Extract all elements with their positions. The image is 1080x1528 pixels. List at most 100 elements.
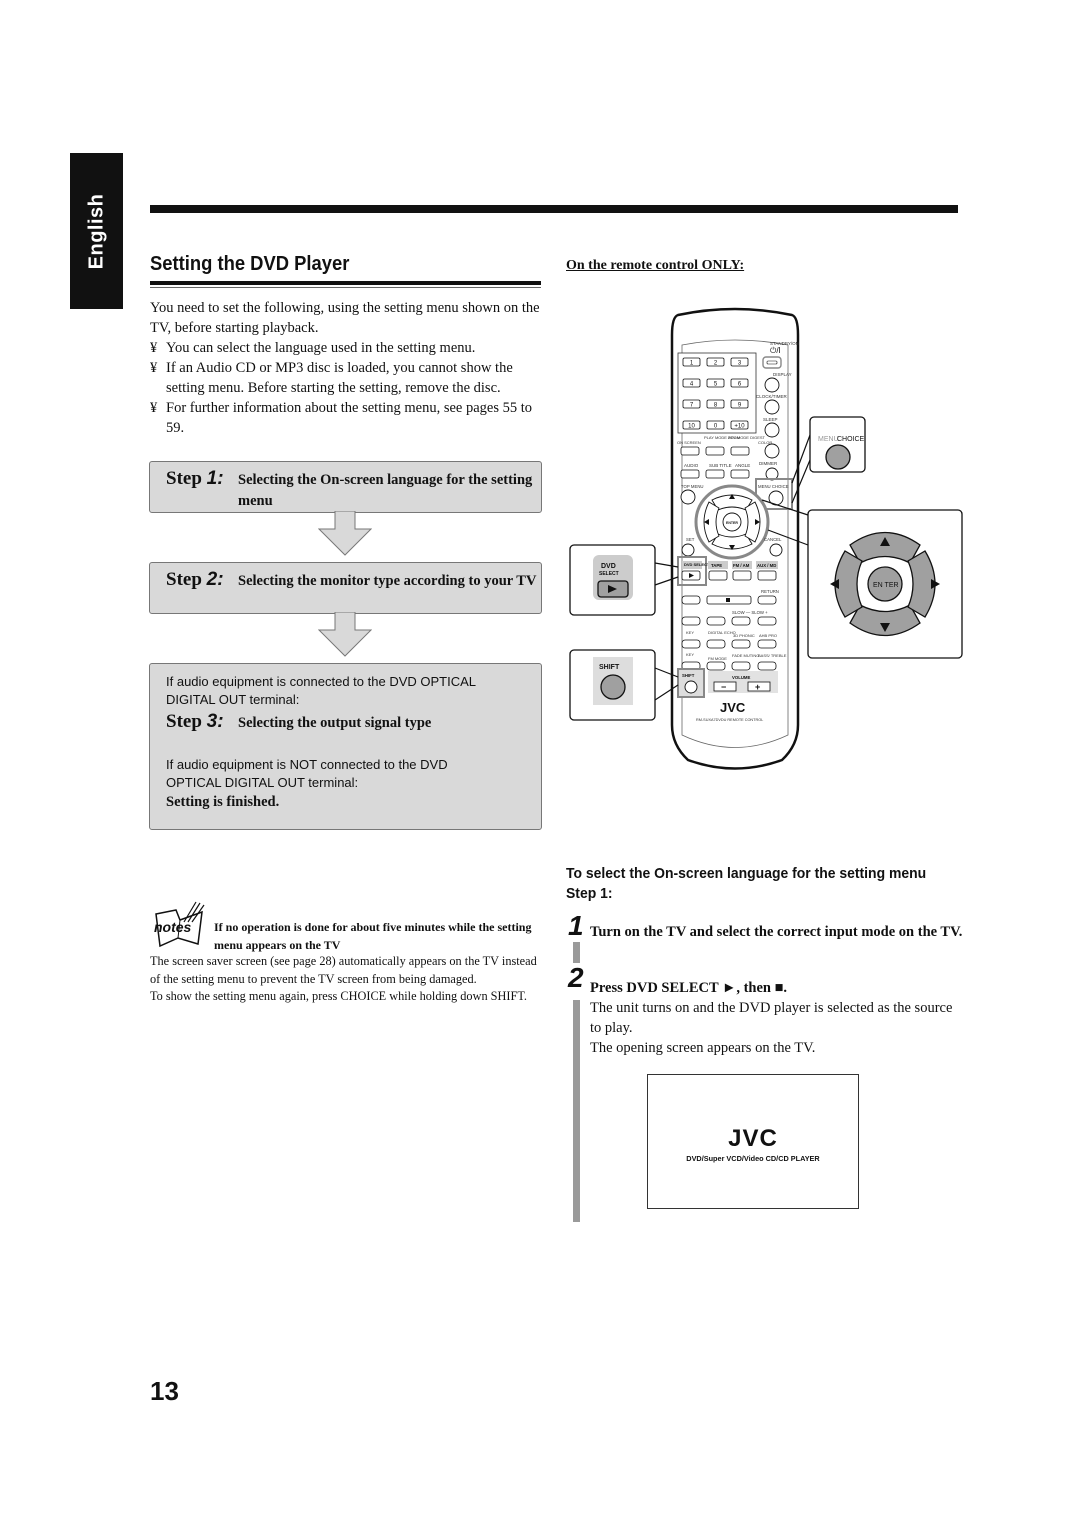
step-1-box: Step 1: Selecting the On-screen language… bbox=[149, 461, 542, 513]
fm-mode-label: FM MODE bbox=[708, 656, 727, 661]
callout-choice-label: CHOICE bbox=[837, 436, 865, 443]
dvd-select-label: DVD SELECT bbox=[684, 562, 710, 567]
callout-shift-button bbox=[600, 674, 626, 700]
return-label: RETURN bbox=[761, 589, 779, 594]
display-label: DISPLAY bbox=[773, 372, 792, 377]
language-tab: English bbox=[70, 153, 123, 309]
intro-bullet: ¥ You can select the language used in th… bbox=[150, 338, 545, 358]
fm-am-label: FM / AM bbox=[733, 563, 750, 568]
volume-label: VOLUME bbox=[732, 675, 751, 680]
remote-heading: On the remote control ONLY: bbox=[566, 258, 745, 273]
bullet-text: You can select the language used in the … bbox=[166, 340, 476, 356]
enter-label: ENTER bbox=[726, 521, 738, 525]
intro-bullet: ¥ If an Audio CD or MP3 disc is loaded, … bbox=[150, 358, 545, 398]
notes-icon-label: notes bbox=[154, 919, 192, 935]
flow-arrow-down-icon bbox=[318, 511, 372, 556]
title-underline bbox=[150, 281, 541, 285]
keypad-label: +10 bbox=[734, 423, 745, 429]
step-instruction: Turn on the TV and select the correct in… bbox=[590, 924, 963, 940]
notes-paragraph: To show the setting menu again, press CH… bbox=[150, 989, 528, 1003]
sleep-label: SLEEP bbox=[763, 417, 778, 422]
clock-timer-label: CLOCK/TIMER bbox=[756, 394, 788, 399]
notes-paragraph: The screen saver screen (see page 28) au… bbox=[150, 954, 537, 986]
ahb-pro-label: AHB PRO bbox=[759, 633, 777, 638]
intro-bullet: ¥ For further information about the sett… bbox=[150, 398, 545, 438]
intro-text: You need to set the following, using the… bbox=[150, 300, 540, 336]
setting-finished: Setting is finished. bbox=[166, 794, 280, 810]
tv-opening-screen: JVC DVD/Super VCD/Video CD/CD PLAYER bbox=[647, 1074, 859, 1209]
title-underline-thin bbox=[150, 287, 541, 288]
tv-brand-logo: JVC bbox=[728, 1125, 778, 1152]
bass-treble-label: BASS/ TREBLE bbox=[758, 653, 787, 658]
notes-body: The screen saver screen (see page 28) au… bbox=[150, 953, 545, 1006]
page-number: 13 bbox=[150, 1376, 179, 1406]
slow-label: SLOW — SLOW + bbox=[732, 610, 768, 615]
step-3-desc: Selecting the output signal type bbox=[238, 715, 432, 731]
step-detail: The opening screen appears on the TV. bbox=[590, 1040, 816, 1056]
step-instruction: Press DVD SELECT ►, then ■. bbox=[590, 980, 788, 996]
step-number: 1 bbox=[568, 910, 584, 941]
step-number: 2 bbox=[568, 962, 584, 993]
step-1-label: Step 1: bbox=[166, 468, 224, 489]
3d-phonic-label: 3D PHONIC bbox=[733, 633, 755, 638]
fade-muting-label: FADE MUTING bbox=[732, 653, 759, 658]
procedure-heading: To select the On-screen language for the… bbox=[566, 865, 942, 902]
header-rule bbox=[150, 205, 958, 213]
power-label: ⏻/I bbox=[770, 346, 781, 355]
step-3-label: Step 3: bbox=[166, 711, 224, 732]
digital-echo-label: DIGITAL ECHO bbox=[708, 630, 736, 635]
aux-md-label: AUX / MD bbox=[757, 563, 776, 568]
model-label: RM-SUXA7DVDU REMOTE CONTROL bbox=[696, 718, 763, 722]
keypad-label: 10 bbox=[688, 423, 695, 429]
intro-section: You need to set the following, using the… bbox=[150, 298, 545, 438]
step-2-label: Step 2: bbox=[166, 569, 224, 590]
on-screen-label: ON SCREEN bbox=[677, 440, 701, 445]
sleep-button bbox=[764, 422, 780, 438]
page-title: Setting the DVD Player bbox=[150, 253, 350, 275]
flow-arrow-down-icon bbox=[318, 612, 372, 657]
menu-choice-label: MENU CHOICE bbox=[758, 484, 789, 489]
tv-caption: DVD/Super VCD/Video CD/CD PLAYER bbox=[686, 1154, 820, 1163]
procedure-step-2: 2 Press DVD SELECT ►, then ■. The unit t… bbox=[568, 962, 963, 1058]
step-1-bar bbox=[573, 942, 580, 963]
remote-control-illustration: 1 2 34 5 67 8 910 0 +10 STANDBY/ON ⏻/I DISPLAY C… bbox=[569, 307, 963, 770]
step-2-box: Step 2: Selecting the monitor type accor… bbox=[149, 562, 542, 614]
step-detail: The unit turns on and the DVD player is … bbox=[590, 1000, 953, 1036]
condition-connected: If audio equipment is connected to the D… bbox=[166, 674, 476, 707]
callout-select-label: SELECT bbox=[599, 571, 619, 577]
step-2-desc: Selecting the monitor type according to … bbox=[238, 573, 537, 589]
cancel-label: CANCEL bbox=[764, 537, 782, 542]
display-button bbox=[764, 377, 780, 393]
svg-text:KEY: KEY bbox=[686, 652, 694, 657]
bullet-text: If an Audio CD or MP3 disc is loaded, yo… bbox=[166, 360, 513, 396]
callout-shift-label: SHIFT bbox=[599, 664, 620, 671]
notes-title: If no operation is done for about five m… bbox=[214, 920, 532, 952]
callout-dvd-label: DVD bbox=[601, 563, 616, 570]
callout-enter-label: EN TER bbox=[873, 582, 899, 589]
tape-label: TAPE bbox=[711, 563, 722, 568]
procedure-step-1: 1 Turn on the TV and select the correct … bbox=[568, 910, 963, 942]
step-1-desc: Selecting the On-screen language for the… bbox=[238, 472, 533, 509]
top-menu-label: TOP MENU bbox=[681, 484, 704, 489]
step-3-box: If audio equipment is connected to the D… bbox=[149, 663, 542, 830]
bullet-text: For further information about the settin… bbox=[166, 400, 533, 436]
key-label: KEY bbox=[686, 630, 694, 635]
bullet-mark: ¥ bbox=[150, 400, 158, 416]
bullet-mark: ¥ bbox=[150, 360, 158, 376]
brand-logo: JVC bbox=[720, 700, 746, 715]
sub-title-label: SUB TITLE bbox=[709, 463, 732, 468]
notes-icon: notes bbox=[154, 901, 205, 948]
set-label: SET bbox=[686, 537, 695, 542]
callout-menu-label: MENU bbox=[818, 436, 839, 443]
svg-text:−: − bbox=[721, 682, 726, 692]
language-tab-label: English bbox=[85, 193, 108, 269]
angle-label: ANGLE bbox=[735, 463, 750, 468]
bullet-mark: ¥ bbox=[150, 340, 158, 356]
audio-label: AUDIO bbox=[684, 463, 699, 468]
dimmer-label: DIMMER bbox=[759, 461, 778, 466]
clock-timer-button bbox=[764, 399, 780, 415]
condition-not-connected: If audio equipment is NOT connected to t… bbox=[166, 757, 448, 790]
step-2-bar bbox=[573, 1000, 580, 1222]
callout-choice-button bbox=[825, 444, 851, 470]
shift-label: SHIFT bbox=[682, 673, 695, 678]
